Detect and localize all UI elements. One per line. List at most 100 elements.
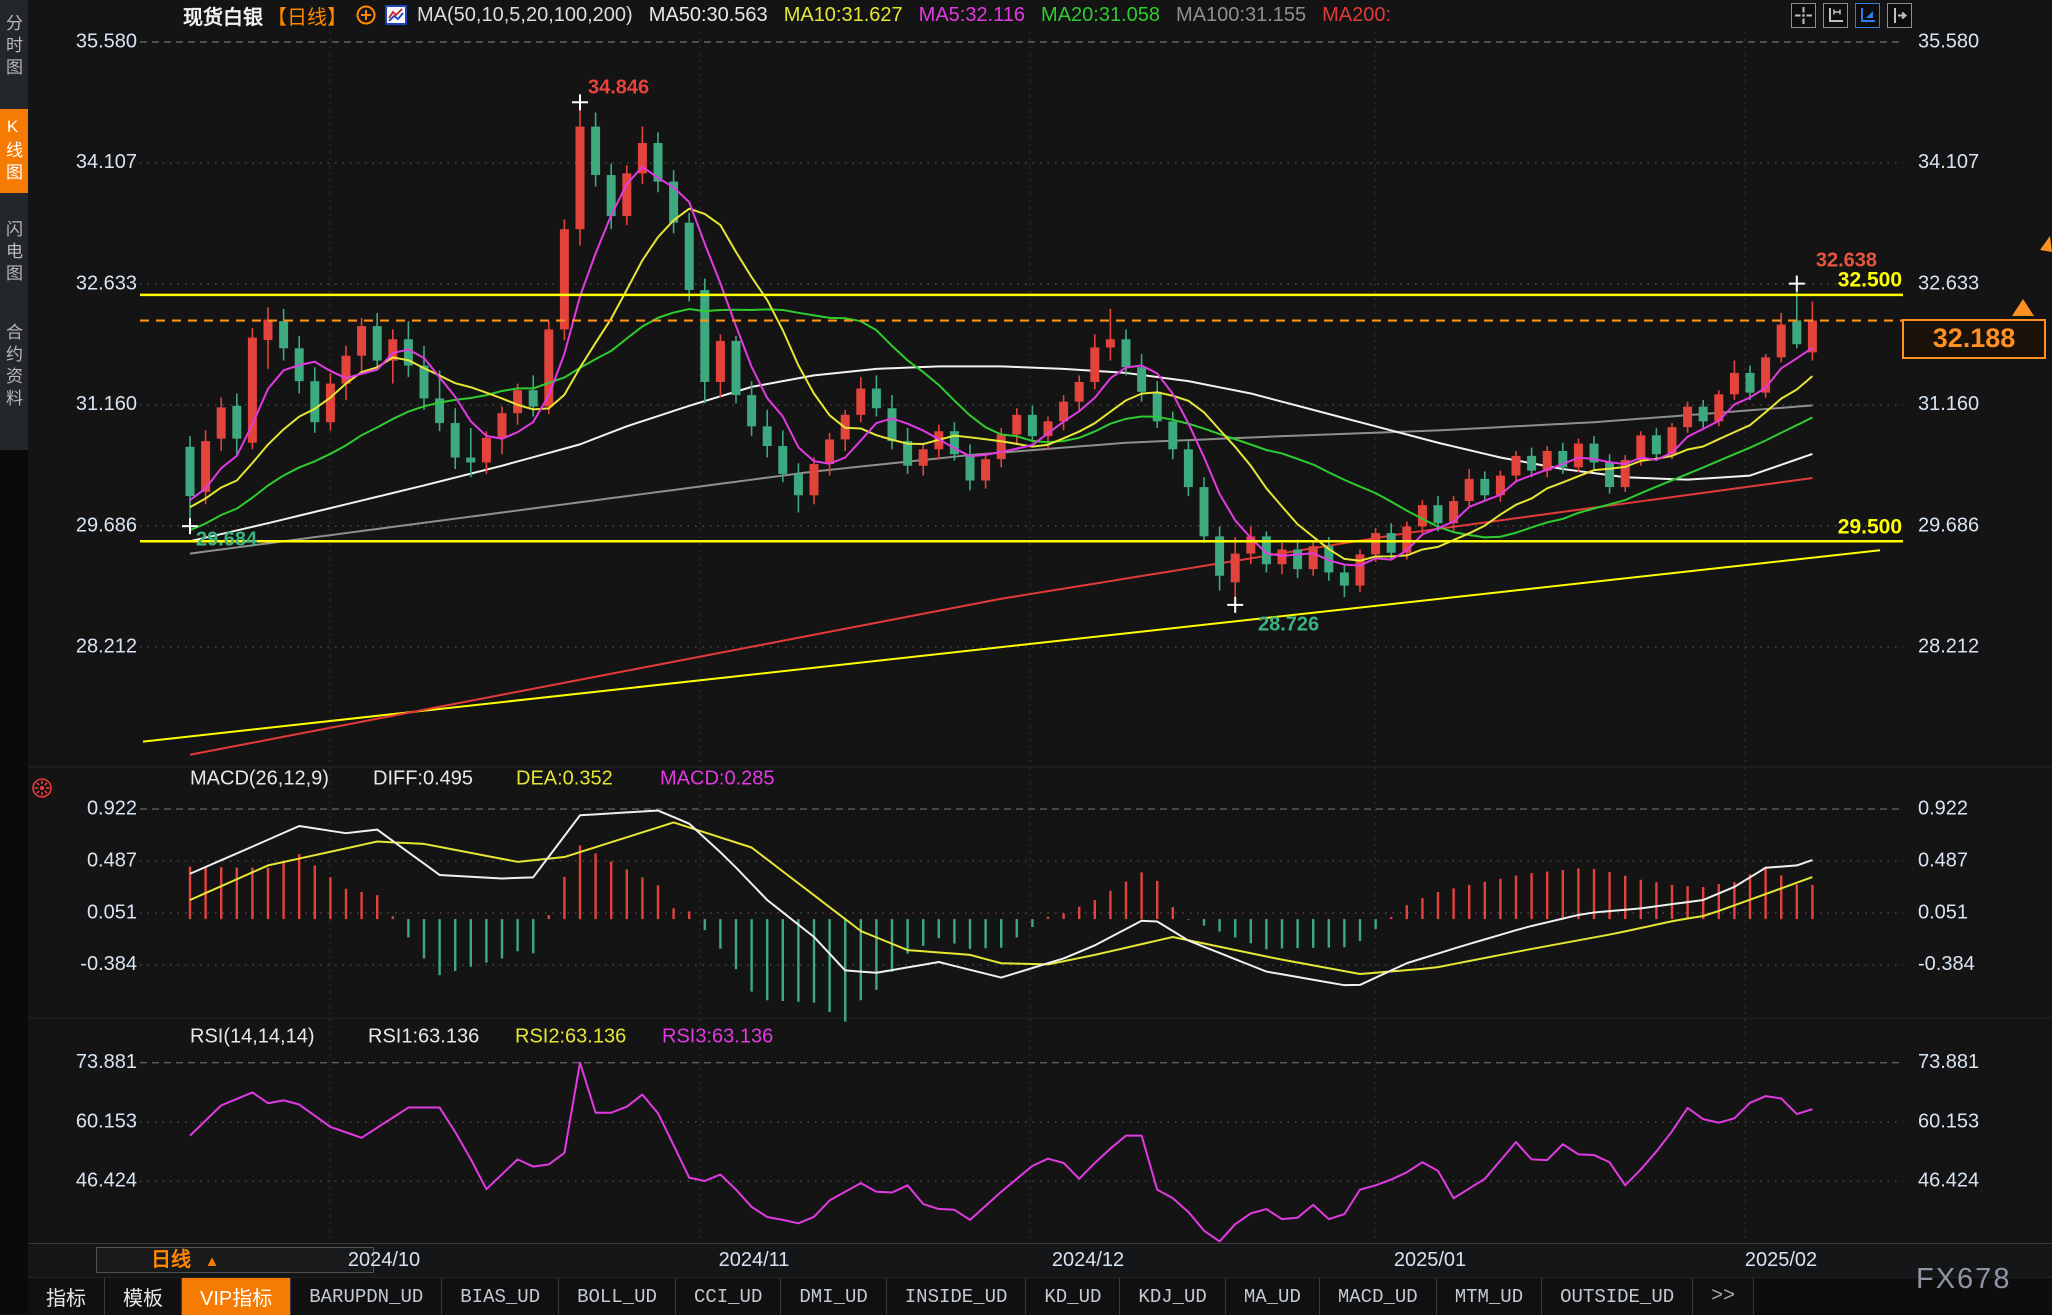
candle-body bbox=[326, 384, 335, 423]
candle-body bbox=[1340, 572, 1349, 585]
price-axis-label: 32.633 bbox=[1918, 272, 1979, 294]
candle-body bbox=[1699, 407, 1708, 422]
candle-body bbox=[856, 389, 865, 415]
candle-body bbox=[1527, 456, 1536, 471]
toolbar-tab-cciud[interactable]: CCI_UD bbox=[676, 1278, 781, 1315]
triangle-up-icon: ▲ bbox=[205, 1253, 220, 1270]
toolbar-tab-barupdnud[interactable]: BARUPDN_UD bbox=[291, 1278, 442, 1315]
axis-scale-button[interactable] bbox=[1823, 3, 1848, 28]
shift-chart-button[interactable] bbox=[1887, 3, 1912, 28]
candle-body bbox=[778, 446, 787, 474]
resistance-price-label: 32.500 bbox=[1838, 269, 1902, 292]
candle-body bbox=[1293, 549, 1302, 569]
ma-legend: MA50:30.563MA10:31.627MA5:32.116MA20:31.… bbox=[633, 4, 1391, 27]
candle-body bbox=[1090, 347, 1099, 381]
candle-body bbox=[342, 356, 351, 384]
current-price-value: 32.188 bbox=[1933, 323, 2016, 353]
toolbar-tab-outsideud[interactable]: OUTSIDE_UD bbox=[1542, 1278, 1693, 1315]
toolbar-tab-macdud[interactable]: MACD_UD bbox=[1320, 1278, 1437, 1315]
toolbar-tab-mtmud[interactable]: MTM_UD bbox=[1437, 1278, 1542, 1315]
price-axis-label: 31.160 bbox=[1918, 393, 1979, 415]
chart-toolbar-buttons bbox=[1791, 3, 1912, 28]
candle-body bbox=[1168, 421, 1177, 449]
candle-body bbox=[1465, 479, 1474, 501]
candle-body bbox=[217, 407, 226, 438]
date-label: 2025/02 bbox=[1745, 1249, 1817, 1272]
candle-body bbox=[1777, 324, 1786, 357]
candle-body bbox=[732, 341, 741, 395]
ma-legend-value: MA10:31.627 bbox=[784, 4, 903, 26]
chart-canvas[interactable]: 34.84629.68428.72632.63832.50029.500MACD… bbox=[0, 0, 2052, 1245]
candle-body bbox=[903, 441, 912, 466]
candle-body bbox=[997, 435, 1006, 460]
candle-body bbox=[825, 439, 834, 464]
ma-legend-value: MA5:32.116 bbox=[919, 4, 1025, 26]
rsi-title: RSI(14,14,14) bbox=[190, 1025, 315, 1047]
sidebar: 分时图 K线图闪电图合约资料 bbox=[0, 0, 28, 1314]
macd-diff-value: DIFF:0.495 bbox=[373, 767, 473, 789]
price-axis-label: 0.922 bbox=[1918, 797, 1968, 819]
toolbar-tab-insideud[interactable]: INSIDE_UD bbox=[887, 1278, 1027, 1315]
ma-settings-label: MA(50,10,5,20,100,200) bbox=[417, 4, 633, 27]
period-selector[interactable]: 日线 ▲ bbox=[96, 1247, 374, 1273]
candle-body bbox=[1808, 321, 1817, 353]
price-axis-label: 35.580 bbox=[1918, 30, 1979, 52]
date-label: 2024/11 bbox=[719, 1249, 790, 1272]
toolbar-tab-[interactable]: >> bbox=[1693, 1278, 1754, 1315]
toolbar-tab-vip[interactable]: VIP指标 bbox=[182, 1278, 291, 1315]
toolbar-tab-kdjud[interactable]: KDJ_UD bbox=[1120, 1278, 1225, 1315]
price-axis-label: 0.487 bbox=[1918, 849, 1968, 871]
toolbar-tab-bollud[interactable]: BOLL_UD bbox=[559, 1278, 676, 1315]
candle-body bbox=[1122, 339, 1131, 367]
toolbar-tab-dmiud[interactable]: DMI_UD bbox=[781, 1278, 886, 1315]
price-axis-label: -0.384 bbox=[1918, 953, 1975, 975]
candle-body bbox=[466, 458, 475, 463]
toolbar-tab-[interactable]: 模板 bbox=[105, 1278, 182, 1315]
toolbar-tab-kdud[interactable]: KD_UD bbox=[1026, 1278, 1120, 1315]
candle-body bbox=[763, 426, 772, 446]
candle-body bbox=[1309, 546, 1318, 569]
candle-body bbox=[1636, 435, 1645, 460]
rsi2-value: RSI2:63.136 bbox=[515, 1025, 626, 1047]
sidebar-item-1[interactable]: K线图 bbox=[0, 109, 28, 193]
bottom-toolbar: 指标模板VIP指标BARUPDN_UDBIAS_UDBOLL_UDCCI_UDD… bbox=[28, 1277, 2052, 1315]
candle-body bbox=[888, 408, 897, 441]
chart-plot-area[interactable] bbox=[28, 30, 2052, 1243]
chart-header: 现货白银 【日线】 MA(50,10,5,20,100,200) MA50:30… bbox=[28, 0, 2052, 30]
date-label: 2024/12 bbox=[1052, 1249, 1124, 1272]
candle-body bbox=[1730, 373, 1739, 394]
candle-body bbox=[1387, 533, 1396, 553]
crosshair-tool-button[interactable] bbox=[1791, 3, 1816, 28]
candle-body bbox=[357, 326, 366, 356]
toolbar-tab-maud[interactable]: MA_UD bbox=[1226, 1278, 1320, 1315]
candle-body bbox=[794, 474, 803, 495]
price-axis-label: 32.633 bbox=[76, 272, 137, 294]
support-price-label: 29.500 bbox=[1838, 516, 1902, 539]
candle-body bbox=[1792, 320, 1801, 344]
candle-body bbox=[1137, 367, 1146, 392]
indicator-burst-icon[interactable] bbox=[30, 776, 54, 800]
crash-low-label: 28.726 bbox=[1258, 613, 1319, 635]
candle-body bbox=[451, 423, 460, 457]
sidebar-item-2[interactable]: 闪电图 bbox=[0, 212, 28, 294]
price-axis-label: 28.212 bbox=[76, 635, 137, 657]
candle-body bbox=[264, 320, 273, 341]
overlay-icon[interactable] bbox=[355, 4, 377, 26]
toolbar-tab-biasud[interactable]: BIAS_UD bbox=[442, 1278, 559, 1315]
candle-body bbox=[966, 454, 975, 480]
candle-body bbox=[1512, 456, 1521, 476]
date-label: 2025/01 bbox=[1394, 1249, 1466, 1272]
rsi1-value: RSI1:63.136 bbox=[368, 1025, 479, 1047]
ma-legend-value: MA200: bbox=[1322, 4, 1391, 26]
toolbar-tab-[interactable]: 指标 bbox=[28, 1278, 105, 1315]
price-axis-label: 0.051 bbox=[87, 901, 137, 923]
candle-body bbox=[1434, 505, 1443, 523]
price-axis-label: 29.686 bbox=[1918, 514, 1979, 536]
ma-legend-value: MA20:31.058 bbox=[1041, 4, 1160, 26]
price-axis-label: 31.160 bbox=[76, 393, 137, 415]
sidebar-item-3[interactable]: 合约资料 bbox=[0, 315, 28, 419]
price-axis-label: 0.051 bbox=[1918, 901, 1968, 923]
axis-auto-scale-button[interactable] bbox=[1855, 3, 1880, 28]
chart-type-icon[interactable] bbox=[385, 4, 407, 26]
sidebar-item-0[interactable]: 分时图 bbox=[0, 6, 28, 88]
